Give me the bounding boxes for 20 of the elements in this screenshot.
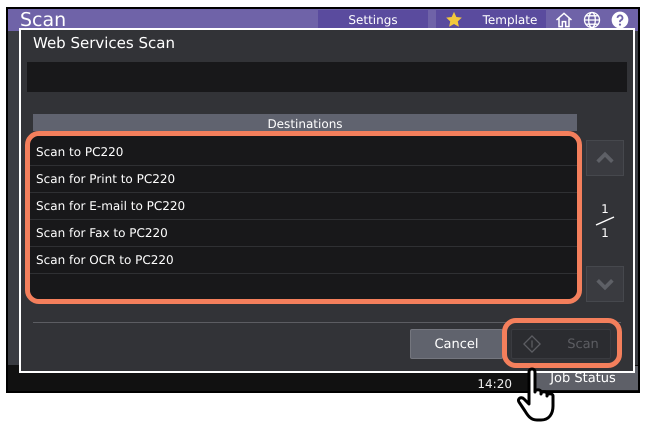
slash-icon (595, 216, 615, 226)
list-header: Destinations (33, 114, 577, 131)
destination-item[interactable]: Scan for E-mail to PC220 (30, 193, 577, 220)
destination-item[interactable]: Scan for Print to PC220 (30, 166, 577, 193)
top-bar-button[interactable]: Template (436, 10, 546, 30)
top-bar-button[interactable]: Settings (318, 10, 428, 30)
total-pages: 1 (601, 226, 609, 240)
cancel-button[interactable]: Cancel (410, 329, 503, 359)
current-page: 1 (601, 202, 609, 216)
start-icon (523, 335, 542, 353)
dialog-title: Web Services Scan (32, 33, 176, 54)
clock-time: 14:20 (477, 377, 512, 391)
help-icon[interactable] (610, 10, 630, 30)
star-icon (444, 11, 463, 29)
home-icon[interactable] (554, 10, 574, 30)
globe-icon[interactable] (582, 10, 602, 30)
destination-item[interactable]: Scan for OCR to PC220 (30, 247, 577, 274)
destination-item[interactable]: Scan to PC220 (30, 139, 577, 166)
screen-title: Scan (20, 9, 66, 31)
destination-item[interactable]: Scan for Fax to PC220 (30, 220, 577, 247)
